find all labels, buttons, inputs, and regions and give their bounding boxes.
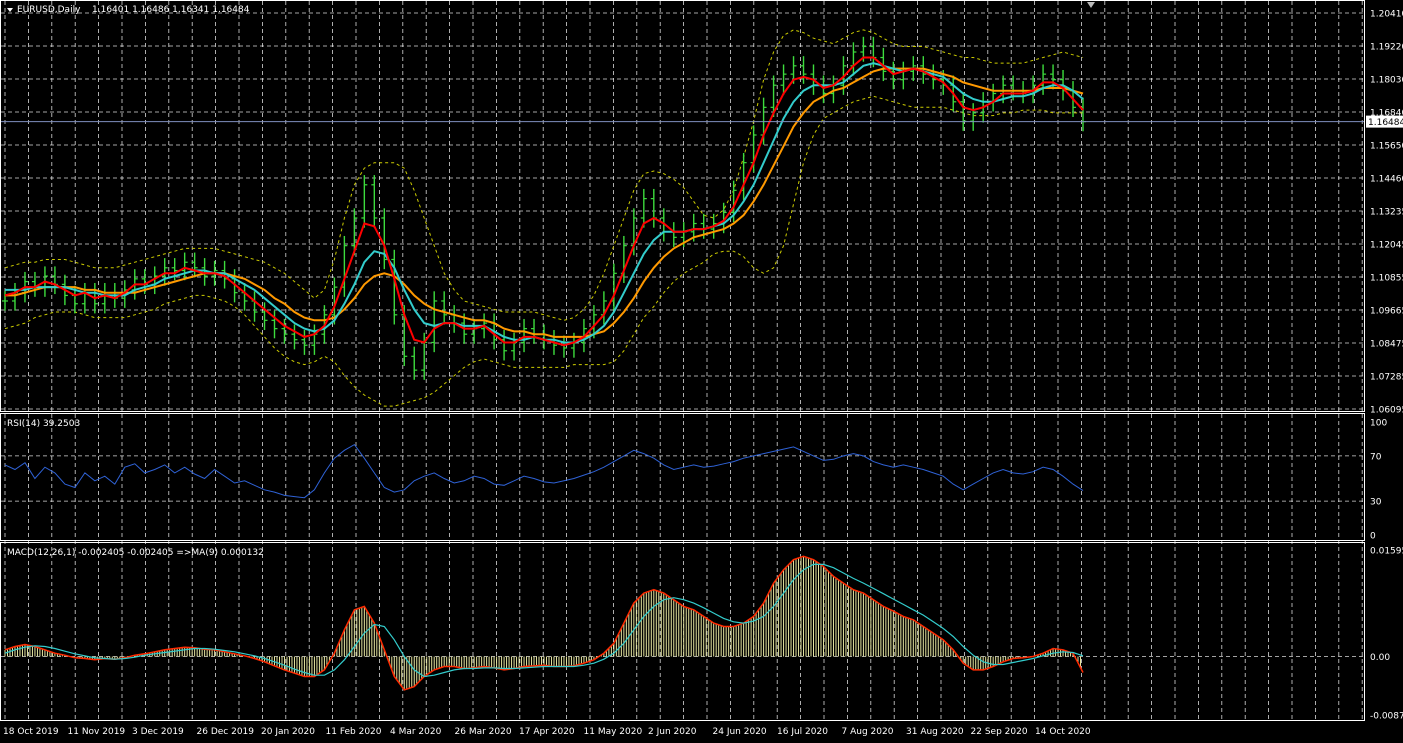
symbol-label: EURUSD,Daily: [17, 5, 81, 15]
rsi-label: RSI(14) 39.2503: [7, 419, 80, 429]
rsi-tick-label: 100: [1370, 419, 1387, 429]
date-tick-label: 26 Mar 2020: [455, 727, 512, 737]
date-tick-label: 4 Mar 2020: [390, 727, 442, 737]
price-tick-label: 1.08475: [1370, 340, 1403, 350]
price-marker-text: 1.16484: [1368, 118, 1403, 128]
macd-tick-label: -0.00876: [1370, 712, 1403, 722]
price-tick-label: 1.13235: [1370, 208, 1403, 218]
macd-tick-label: 0.00: [1370, 653, 1390, 663]
date-tick-label: 14 Oct 2020: [1035, 727, 1091, 737]
rsi-tick-label: 30: [1370, 498, 1382, 508]
price-tick-label: 1.07285: [1370, 373, 1403, 383]
price-tick-label: 1.20410: [1370, 10, 1403, 20]
date-tick-label: 22 Sep 2020: [971, 727, 1028, 737]
price-tick-label: 1.19220: [1370, 43, 1403, 53]
x-axis-labels: 18 Oct 2019 11 Nov 2019 3 Dec 2019 26 Dec 2…: [3, 727, 1091, 737]
price-tick-label: 1.12045: [1370, 241, 1403, 251]
date-tick-label: 7 Aug 2020: [842, 727, 894, 737]
date-tick-label: 17 Apr 2020: [519, 727, 575, 737]
rsi-tick-label: 70: [1370, 452, 1382, 462]
price-tick-label: 1.10855: [1370, 274, 1403, 284]
date-tick-label: 11 Nov 2019: [68, 727, 126, 737]
date-tick-label: 18 Oct 2019: [3, 727, 59, 737]
macd-label: MACD(12,26,1) -0.002405 -0.002405 =>MA(9…: [7, 548, 264, 558]
date-tick-label: 3 Dec 2019: [132, 727, 184, 737]
price-tick-label: 1.14460: [1370, 175, 1403, 185]
macd-tick-label: 0.01595: [1370, 547, 1403, 557]
date-tick-label: 31 Aug 2020: [906, 727, 964, 737]
date-tick-label: 16 Jul 2020: [777, 727, 828, 737]
date-tick-label: 24 Jun 2020: [713, 727, 767, 737]
ohlc-label: 1.16401 1.16486 1.16341 1.16484: [92, 5, 250, 15]
date-tick-label: 26 Dec 2019: [197, 727, 255, 737]
price-tick-label: 1.09665: [1370, 307, 1403, 317]
date-tick-label: 20 Jan 2020: [261, 727, 315, 737]
date-tick-label: 2 Jun 2020: [648, 727, 697, 737]
date-tick-label: 11 Feb 2020: [326, 727, 382, 737]
price-tick-label: 1.15650: [1370, 142, 1403, 152]
price-tick-label: 1.16840: [1370, 109, 1403, 119]
date-tick-label: 11 May 2020: [584, 727, 643, 737]
trading-chart[interactable]: 1.16484 1.20410 1.19220 1.18030 1.16840 1.15…: [0, 0, 1403, 743]
price-tick-label: 1.18030: [1370, 76, 1403, 86]
price-tick-label: 1.06095: [1370, 406, 1403, 416]
rsi-tick-label: 0: [1370, 532, 1376, 542]
